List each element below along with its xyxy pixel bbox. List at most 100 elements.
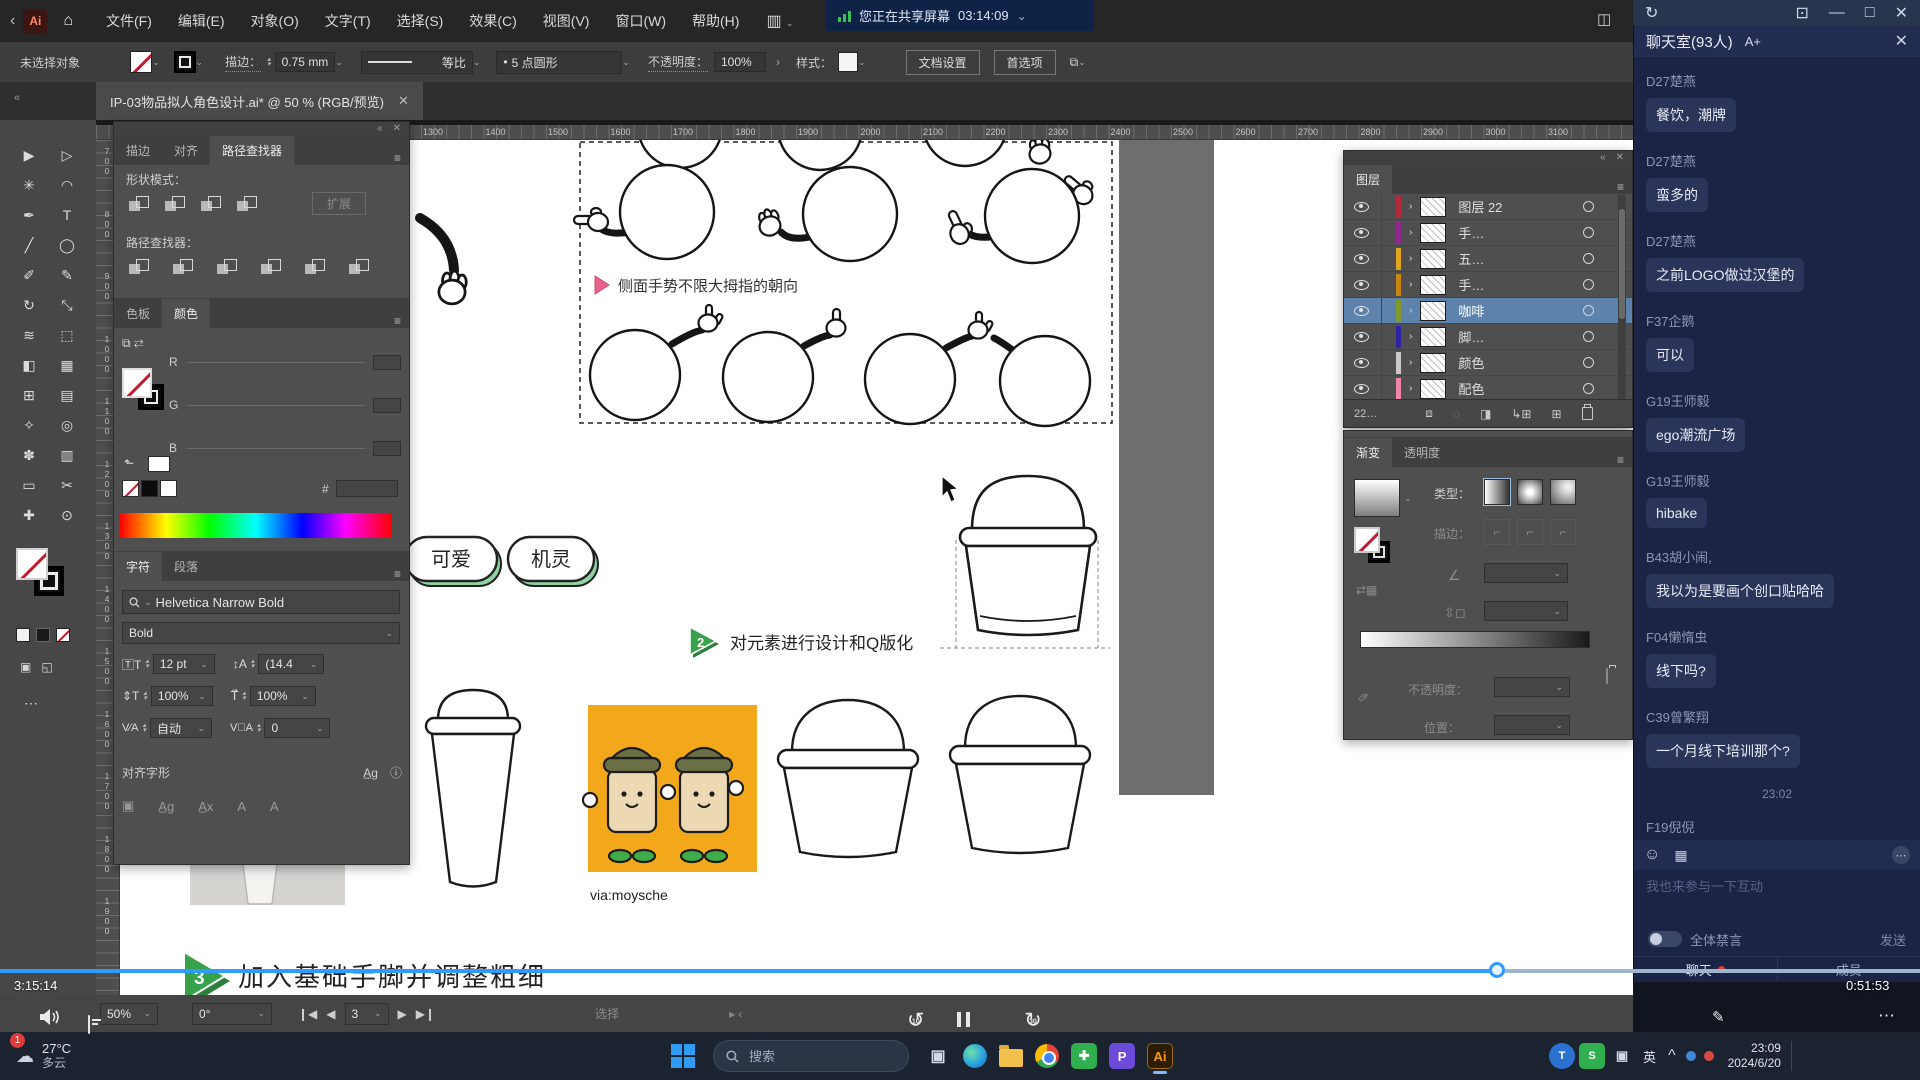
font-style-field[interactable]: Bold⌄	[122, 622, 400, 644]
stroke-along-icon[interactable]: ⌐	[1517, 519, 1543, 545]
menu-item[interactable]: 窗口(W)	[602, 0, 679, 42]
pause-icon[interactable]	[957, 1012, 970, 1027]
kerning-field[interactable]: 自动⌄	[150, 718, 212, 738]
perspective-grid-tool-icon[interactable]: ▦	[60, 357, 73, 374]
tab-pathfinder[interactable]: 路径查找器	[210, 136, 294, 165]
document-tab[interactable]: IP-03物品拟人角色设计.ai* @ 50 % (RGB/预览) ✕	[96, 82, 423, 120]
tab-paragraph[interactable]: 段落	[162, 552, 210, 581]
style-swatch[interactable]	[838, 52, 858, 72]
menu-item[interactable]: 效果(C)	[456, 0, 529, 42]
gradient-angle-field[interactable]: ⌄	[1484, 563, 1568, 583]
hex-input[interactable]	[336, 480, 398, 497]
align-options-dropdown[interactable]: ⌄	[1078, 57, 1086, 68]
glyph-box-icon[interactable]: ▣	[122, 798, 134, 814]
aspect-ratio-field[interactable]: ⌄	[1484, 601, 1568, 621]
font-size-control[interactable]: A+	[1745, 34, 1761, 49]
chat-bubble[interactable]: hibake	[1646, 498, 1707, 528]
send-button[interactable]: 发送	[1880, 930, 1906, 949]
layer-target-circle[interactable]	[1583, 383, 1594, 394]
layer-thumbnail[interactable]	[1420, 379, 1446, 399]
chat-bubble[interactable]: 之前LOGO做过汉堡的	[1646, 258, 1804, 292]
last-artboard-icon[interactable]: ▶❙	[416, 1007, 435, 1021]
panel-menu-icon[interactable]: ≡	[394, 151, 401, 165]
preferences-button[interactable]: 首选项	[994, 50, 1056, 75]
drawing-modes[interactable]: ▣◱	[20, 660, 53, 674]
minus-back-icon[interactable]	[346, 256, 372, 278]
tab-stroke[interactable]: 描边	[114, 136, 162, 165]
search-input[interactable]	[747, 1048, 867, 1065]
minimize-icon[interactable]: —	[1829, 4, 1845, 22]
visibility-eye-icon[interactable]	[1354, 228, 1369, 238]
direct-selection-tool-icon[interactable]: ▷	[62, 147, 73, 164]
zoom-tool-icon[interactable]: ⊙	[61, 507, 73, 524]
stop-opacity-field[interactable]: ⌄	[1494, 677, 1570, 697]
draw-mode-swatches[interactable]	[16, 628, 70, 642]
expand-layer-chevron[interactable]: ›	[1409, 227, 1412, 238]
v-scale-stepper[interactable]: ▴▾	[143, 691, 147, 701]
glyph-full-icon[interactable]: A	[270, 799, 279, 814]
h-scale-stepper[interactable]: ▴▾	[242, 691, 246, 701]
color-fill-proxy[interactable]	[122, 368, 152, 398]
visibility-eye-icon[interactable]	[1354, 384, 1369, 394]
tab-color[interactable]: 颜色	[162, 299, 210, 328]
layer-target-circle[interactable]	[1583, 201, 1594, 212]
swap-fill-stroke-icon[interactable]: ⧉ ⇄	[122, 336, 144, 351]
stop-location-field[interactable]: ⌄	[1494, 715, 1570, 735]
linear-gradient-icon[interactable]	[1484, 479, 1510, 505]
gradient-menu-icon[interactable]: ≡	[1617, 453, 1624, 467]
opacity-value[interactable]: 100%	[714, 52, 766, 72]
font-size-stepper[interactable]: ▴▾	[145, 659, 149, 669]
layer-target-circle[interactable]	[1583, 227, 1594, 238]
progress-bar-played[interactable]	[0, 969, 1489, 973]
progress-handle[interactable]	[1489, 962, 1505, 978]
chevron-down-icon[interactable]: ⌄	[1017, 9, 1027, 23]
opacity-label[interactable]: 不透明度：	[648, 53, 708, 72]
visibility-eye-icon[interactable]	[1354, 254, 1369, 264]
image-icon[interactable]: ▦	[1674, 847, 1687, 864]
chat-bubble[interactable]: 可以	[1646, 338, 1694, 372]
refresh-icon[interactable]: ↻	[1645, 3, 1658, 23]
color-panel-menu-icon[interactable]: ≡	[394, 314, 401, 328]
info-icon[interactable]: ⓘ	[390, 764, 402, 781]
tab-transparency[interactable]: 透明度	[1392, 438, 1452, 467]
player-more-icon[interactable]: ⋯	[1878, 1006, 1895, 1026]
r-slider[interactable]	[187, 362, 365, 363]
layer-thumbnail[interactable]	[1420, 197, 1446, 217]
brush-dropdown[interactable]: ⌄	[622, 57, 630, 68]
more-icon[interactable]: ⋯	[1892, 846, 1910, 864]
type-tool-icon[interactable]: T	[63, 207, 72, 223]
paintbrush-tool-icon[interactable]: ✐	[23, 267, 35, 284]
outline-icon[interactable]	[302, 256, 328, 278]
stroke-profile[interactable]: 等比	[361, 51, 473, 74]
menu-item[interactable]: 文件(F)	[93, 0, 165, 42]
scale-tool-icon[interactable]: ⤡	[61, 297, 72, 314]
new-sublayer-icon[interactable]: ↳⊞	[1511, 407, 1531, 421]
stroke-weight-value[interactable]: 0.75 mm	[275, 52, 336, 72]
tray-expand-chevron[interactable]: ^	[1668, 1047, 1676, 1065]
chat-bubble[interactable]: 蛮多的	[1646, 178, 1708, 212]
chat-bubble[interactable]: 餐饮，潮牌	[1646, 98, 1736, 132]
symbol-sprayer-tool-icon[interactable]: ✽	[23, 447, 35, 464]
collapse-icons-chevron[interactable]: «	[14, 92, 20, 104]
layers-menu-icon[interactable]: ≡	[1617, 180, 1624, 194]
stroke-across-icon[interactable]: ⌐	[1550, 519, 1576, 545]
layer-row[interactable]: › 颜色	[1344, 350, 1632, 376]
expand-layer-chevron[interactable]: ›	[1409, 357, 1412, 368]
stroke-stepper[interactable]: ▴▾	[267, 57, 271, 67]
lasso-tool-icon[interactable]: ◠	[61, 177, 73, 194]
gradient-preview-dropdown[interactable]: ⌄	[1404, 493, 1412, 504]
delete-layer-icon[interactable]	[1582, 407, 1593, 420]
layer-row[interactable]: › 咖啡	[1344, 298, 1632, 324]
glyph-baseline-icon[interactable]: A̲g	[158, 799, 174, 814]
back-icon[interactable]: ‹	[10, 12, 15, 30]
leading-stepper[interactable]: ▴▾	[251, 659, 255, 669]
b-value[interactable]	[373, 441, 401, 456]
collapse-panel-icon[interactable]: «	[377, 123, 383, 134]
layer-name[interactable]: 手…	[1458, 223, 1583, 242]
previous-color-icon[interactable]: ⬑	[124, 456, 134, 470]
g-slider[interactable]	[187, 405, 365, 406]
layer-target-circle[interactable]	[1583, 331, 1594, 342]
next-artboard-icon[interactable]: ▶	[398, 1007, 407, 1021]
layer-target-circle[interactable]	[1583, 357, 1594, 368]
rotate-tool-icon[interactable]: ↻	[23, 297, 35, 314]
